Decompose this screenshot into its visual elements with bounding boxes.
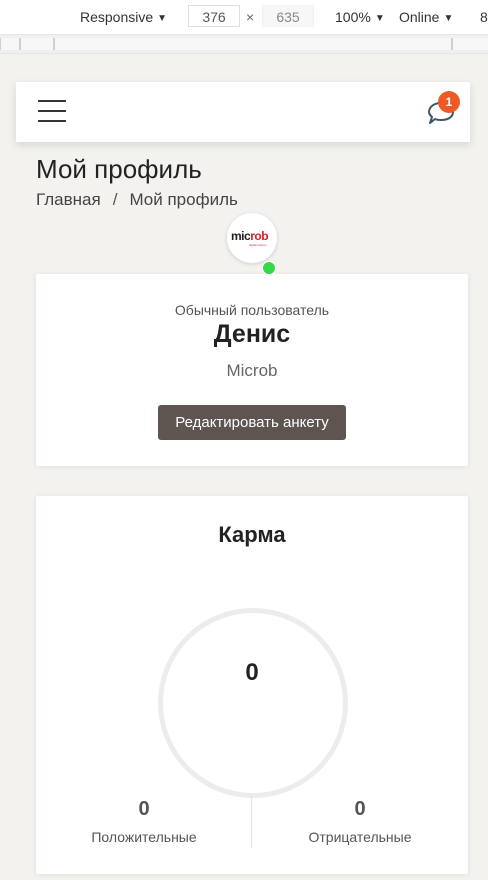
page-title: Мой профиль xyxy=(36,154,202,184)
user-name: Денис xyxy=(213,320,291,348)
caret-down-icon: ▼ xyxy=(443,13,454,24)
karma-ring xyxy=(158,608,348,798)
breadcrumb-current: Мой профиль xyxy=(129,190,238,209)
positive-karma-label: Положительные xyxy=(91,829,197,845)
positive-karma-value: 0 xyxy=(138,798,150,820)
user-company: Microb xyxy=(226,361,278,380)
negative-karma-stat: 0 Отрицательные xyxy=(252,798,468,845)
online-status-dot xyxy=(262,261,276,275)
breadcrumb-separator: / xyxy=(112,190,118,209)
device-label: Responsive xyxy=(80,9,154,25)
site-header: 1 xyxy=(16,82,470,142)
height-input[interactable]: 635 xyxy=(262,5,314,27)
avatar[interactable]: microb digital history xyxy=(227,213,277,263)
positive-karma-stat: 0 Положительные xyxy=(36,798,252,845)
network-label: Online xyxy=(399,9,440,25)
device-select[interactable]: Responsive ▼ xyxy=(80,8,167,28)
media-query-ruler[interactable] xyxy=(0,34,488,54)
chat-button[interactable]: 1 xyxy=(425,91,460,126)
ruler-segment[interactable] xyxy=(54,38,452,50)
user-card: Обычный пользователь Денис Microb Редакт… xyxy=(36,274,468,466)
ruler-segment[interactable] xyxy=(0,38,20,50)
ruler-segment[interactable] xyxy=(452,38,488,50)
zoom-select[interactable]: 100% ▼ xyxy=(335,8,385,28)
breadcrumb-home-link[interactable]: Главная xyxy=(36,190,101,209)
times-icon: × xyxy=(246,9,255,25)
negative-karma-value: 0 xyxy=(354,798,366,820)
width-input[interactable]: 376 xyxy=(188,5,240,27)
breadcrumb: Главная / Мой профиль xyxy=(36,190,238,210)
zoom-label: 100% xyxy=(335,9,371,25)
devtools-toolbar: Responsive ▼ 376 × 635 100% ▼ Online ▼ 8 xyxy=(0,0,488,34)
logo-tagline: digital history xyxy=(249,243,267,247)
karma-card: Карма 0 0 Положительные 0 Отрицательные xyxy=(36,496,468,874)
negative-karma-label: Отрицательные xyxy=(308,829,412,845)
caret-down-icon: ▼ xyxy=(374,13,385,24)
karma-title: Карма xyxy=(218,522,286,547)
karma-value: 0 xyxy=(245,659,259,686)
ruler-segment[interactable] xyxy=(20,38,54,50)
microb-logo: microb xyxy=(231,229,269,243)
profile-page: 1 Мой профиль Главная / Мой профиль microb… xyxy=(16,82,470,880)
hamburger-icon[interactable] xyxy=(38,99,66,123)
notification-badge: 1 xyxy=(438,91,460,113)
user-role: Обычный пользователь xyxy=(174,302,330,318)
overflow-text: 8 xyxy=(480,9,488,25)
edit-profile-button[interactable]: Редактировать анкету xyxy=(158,405,346,440)
caret-down-icon: ▼ xyxy=(157,13,168,24)
network-select[interactable]: Online ▼ xyxy=(399,8,453,28)
